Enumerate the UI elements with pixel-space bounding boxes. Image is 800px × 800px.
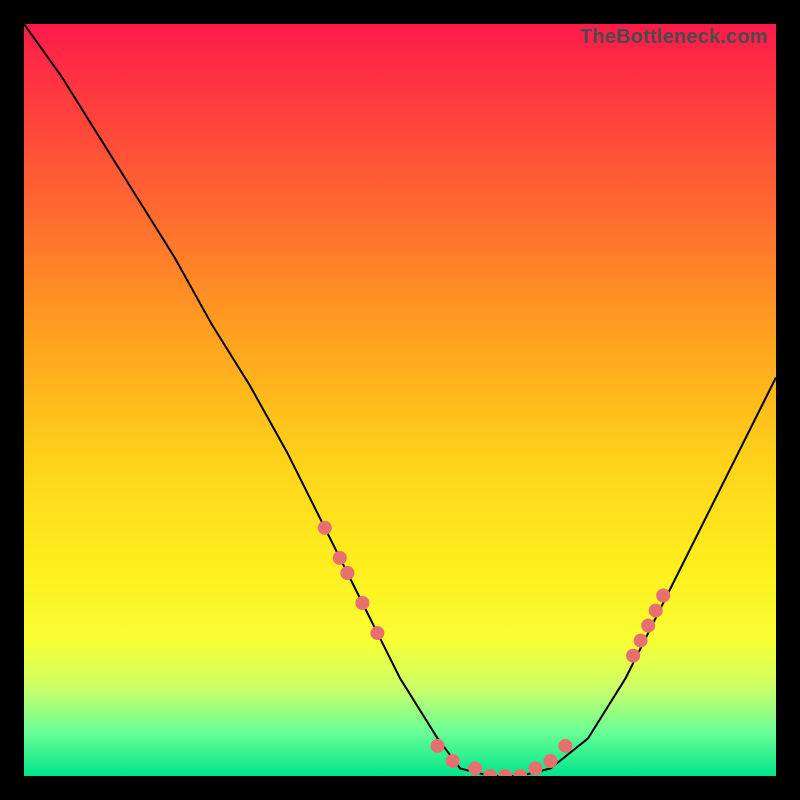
curve-marker (318, 521, 332, 535)
curve-markers (318, 521, 670, 776)
curve-marker (656, 589, 670, 603)
curve-marker (543, 754, 557, 768)
watermark-text: TheBottleneck.com (580, 26, 768, 49)
chart-svg (24, 24, 776, 776)
curve-marker (355, 596, 369, 610)
chart-plot-area: TheBottleneck.com (24, 24, 776, 776)
curve-marker (431, 739, 445, 753)
curve-marker (483, 769, 497, 776)
curve-marker (528, 762, 542, 776)
curve-marker (498, 769, 512, 776)
curve-marker (340, 566, 354, 580)
curve-marker (634, 634, 648, 648)
curve-marker (641, 619, 655, 633)
curve-marker (446, 754, 460, 768)
curve-marker (370, 626, 384, 640)
curve-marker (333, 551, 347, 565)
curve-marker (626, 649, 640, 663)
curve-marker (468, 762, 482, 776)
curve-marker (649, 604, 663, 618)
curve-marker (513, 769, 527, 776)
curve-marker (558, 739, 572, 753)
bottleneck-curve (24, 24, 776, 776)
